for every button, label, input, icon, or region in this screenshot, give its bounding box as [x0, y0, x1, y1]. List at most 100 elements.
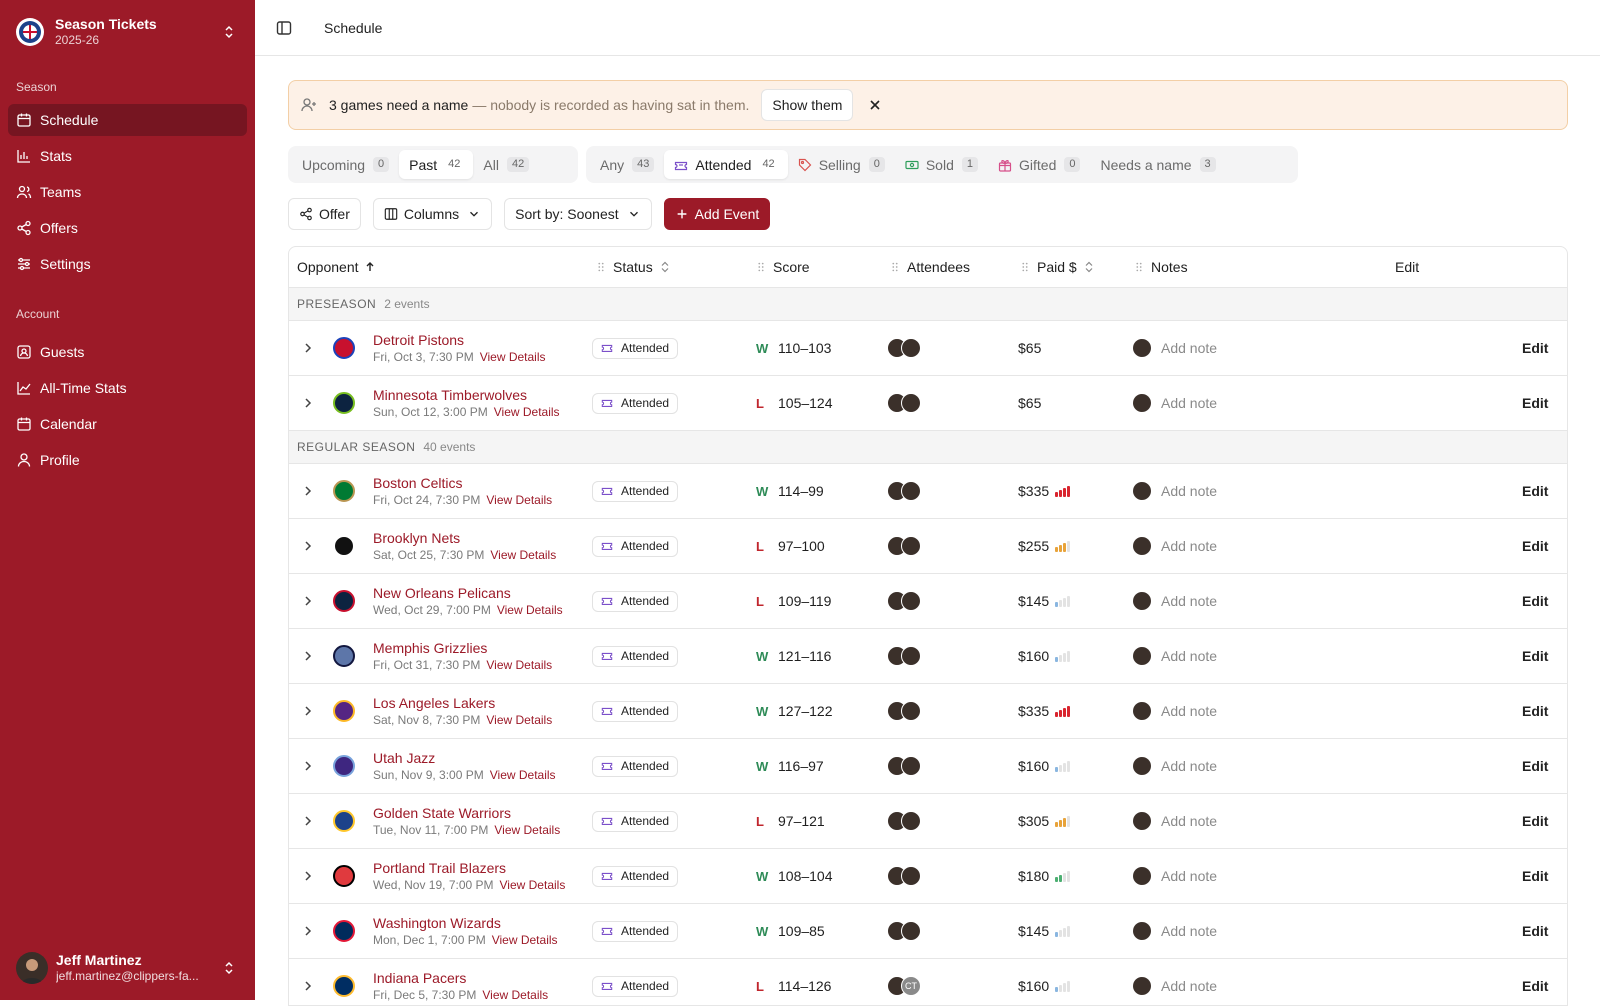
user-menu[interactable]: Jeff Martinez jeff.martinez@clippers-fa.…: [16, 950, 241, 986]
edit-button[interactable]: Edit: [1522, 538, 1548, 554]
add-note-button[interactable]: Add note: [1133, 574, 1217, 628]
view-details-link[interactable]: View Details: [497, 603, 563, 617]
view-details-link[interactable]: View Details: [486, 658, 552, 672]
sidebar-item-stats[interactable]: Stats: [8, 140, 247, 172]
sidebar-item-teams[interactable]: Teams: [8, 176, 247, 208]
edit-button[interactable]: Edit: [1522, 648, 1548, 664]
filter-selling[interactable]: Selling 0: [788, 150, 895, 179]
edit-button[interactable]: Edit: [1522, 703, 1548, 719]
attendee-avatar[interactable]: [901, 701, 921, 721]
view-details-link[interactable]: View Details: [494, 405, 560, 419]
attendee-avatar[interactable]: [901, 646, 921, 666]
attendees-stack[interactable]: [887, 464, 921, 518]
opponent-link[interactable]: Memphis Grizzlies: [373, 639, 487, 657]
edit-button[interactable]: Edit: [1522, 868, 1548, 884]
edit-button[interactable]: Edit: [1522, 923, 1548, 939]
sidebar-item-schedule[interactable]: Schedule: [8, 104, 247, 136]
filter-gifted[interactable]: Gifted 0: [988, 150, 1090, 179]
table-row[interactable]: Golden State Warriors Tue, Nov 11, 7:00 P…: [289, 794, 1567, 849]
sidebar-item-profile[interactable]: Profile: [8, 444, 247, 476]
expand-row-button[interactable]: [301, 849, 315, 903]
columns-button[interactable]: Columns: [372, 198, 493, 230]
table-row[interactable]: Washington Wizards Mon, Dec 1, 7:00 PM Vie…: [289, 904, 1567, 959]
filter-sold[interactable]: Sold 1: [895, 150, 988, 179]
add-note-button[interactable]: Add note: [1133, 959, 1217, 1005]
edit-button[interactable]: Edit: [1522, 758, 1548, 774]
expand-row-button[interactable]: [301, 959, 315, 1005]
filter-all[interactable]: All 42: [473, 150, 539, 179]
attendees-stack[interactable]: [887, 739, 921, 793]
filter-needs-a-name[interactable]: Needs a name 3: [1090, 150, 1225, 179]
opponent-link[interactable]: Brooklyn Nets: [373, 529, 460, 547]
expand-row-button[interactable]: [301, 464, 315, 518]
attendee-avatar[interactable]: [901, 921, 921, 941]
table-row[interactable]: Detroit Pistons Fri, Oct 3, 7:30 PM View D…: [289, 321, 1567, 376]
attendee-avatar[interactable]: [901, 591, 921, 611]
opponent-link[interactable]: Boston Celtics: [373, 474, 462, 492]
add-note-button[interactable]: Add note: [1133, 794, 1217, 848]
filter-past[interactable]: Past 42: [399, 150, 474, 179]
table-row[interactable]: Utah Jazz Sun, Nov 9, 3:00 PM View Details…: [289, 739, 1567, 794]
table-row[interactable]: Brooklyn Nets Sat, Oct 25, 7:30 PM View De…: [289, 519, 1567, 574]
attendee-avatar[interactable]: [901, 536, 921, 556]
table-row[interactable]: Boston Celtics Fri, Oct 24, 7:30 PM View D…: [289, 464, 1567, 519]
opponent-link[interactable]: Indiana Pacers: [373, 969, 466, 987]
edit-button[interactable]: Edit: [1522, 978, 1548, 994]
table-row[interactable]: Portland Trail Blazers Wed, Nov 19, 7:00 …: [289, 849, 1567, 904]
attendee-avatar[interactable]: [901, 756, 921, 776]
drag-handle-icon[interactable]: [1019, 261, 1031, 273]
table-row[interactable]: Memphis Grizzlies Fri, Oct 31, 7:30 PM Vie…: [289, 629, 1567, 684]
attendees-stack[interactable]: [887, 321, 921, 375]
attendees-stack[interactable]: [887, 794, 921, 848]
opponent-link[interactable]: Utah Jazz: [373, 749, 435, 767]
attendee-avatar[interactable]: [901, 481, 921, 501]
add-note-button[interactable]: Add note: [1133, 464, 1217, 518]
table-row[interactable]: New Orleans Pelicans Wed, Oct 29, 7:00 PM…: [289, 574, 1567, 629]
edit-button[interactable]: Edit: [1522, 395, 1548, 411]
drag-handle-icon[interactable]: [595, 261, 607, 273]
expand-row-button[interactable]: [301, 904, 315, 958]
add-note-button[interactable]: Add note: [1133, 849, 1217, 903]
opponent-link[interactable]: New Orleans Pelicans: [373, 584, 511, 602]
attendees-stack[interactable]: [887, 519, 921, 573]
expand-row-button[interactable]: [301, 739, 315, 793]
edit-button[interactable]: Edit: [1522, 813, 1548, 829]
add-note-button[interactable]: Add note: [1133, 321, 1217, 375]
view-details-link[interactable]: View Details: [480, 350, 546, 364]
edit-button[interactable]: Edit: [1522, 340, 1548, 356]
filter-any[interactable]: Any 43: [590, 150, 664, 179]
attendee-avatar[interactable]: CT: [901, 976, 921, 996]
view-details-link[interactable]: View Details: [486, 493, 552, 507]
edit-button[interactable]: Edit: [1522, 483, 1548, 499]
add-note-button[interactable]: Add note: [1133, 376, 1217, 430]
workspace-switcher[interactable]: Season Tickets 2025-26: [16, 12, 241, 52]
opponent-link[interactable]: Detroit Pistons: [373, 331, 464, 349]
expand-row-button[interactable]: [301, 574, 315, 628]
expand-row-button[interactable]: [301, 519, 315, 573]
sidebar-item-offers[interactable]: Offers: [8, 212, 247, 244]
sidebar-toggle-icon[interactable]: [276, 20, 292, 36]
opponent-link[interactable]: Washington Wizards: [373, 914, 501, 932]
view-details-link[interactable]: View Details: [494, 823, 560, 837]
drag-handle-icon[interactable]: [755, 261, 767, 273]
attendees-stack[interactable]: [887, 629, 921, 683]
filter-upcoming[interactable]: Upcoming 0: [292, 150, 399, 179]
drag-handle-icon[interactable]: [889, 261, 901, 273]
column-header-notes[interactable]: Notes: [1133, 247, 1188, 287]
add-event-button[interactable]: Add Event: [663, 198, 771, 230]
opponent-link[interactable]: Portland Trail Blazers: [373, 859, 506, 877]
attendees-stack[interactable]: [887, 849, 921, 903]
add-note-button[interactable]: Add note: [1133, 739, 1217, 793]
offer-button[interactable]: Offer: [288, 198, 361, 230]
table-row[interactable]: Minnesota Timberwolves Sun, Oct 12, 3:00 …: [289, 376, 1567, 431]
sidebar-item-settings[interactable]: Settings: [8, 248, 247, 280]
column-header-opponent[interactable]: Opponent: [297, 247, 376, 287]
expand-row-button[interactable]: [301, 684, 315, 738]
column-header-attendees[interactable]: Attendees: [889, 247, 970, 287]
edit-button[interactable]: Edit: [1522, 593, 1548, 609]
opponent-link[interactable]: Minnesota Timberwolves: [373, 386, 527, 404]
attendee-avatar[interactable]: [901, 866, 921, 886]
show-them-button[interactable]: Show them: [761, 89, 854, 121]
attendees-stack[interactable]: [887, 574, 921, 628]
sidebar-item-calendar[interactable]: Calendar: [8, 408, 247, 440]
